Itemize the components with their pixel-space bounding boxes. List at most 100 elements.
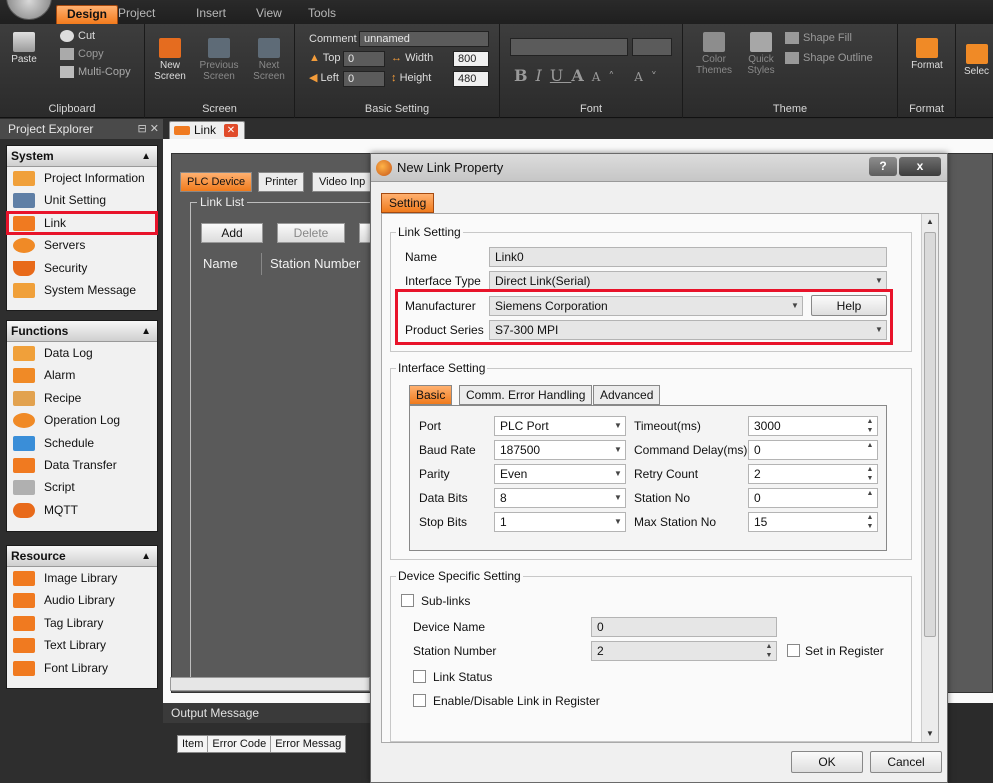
command-delay-stepper[interactable]: 0 ▲ xyxy=(748,440,878,460)
tab-setting[interactable]: Setting xyxy=(381,193,435,213)
baud-rate-select[interactable]: 187500 ▼ xyxy=(494,440,626,460)
column-name[interactable]: Name xyxy=(203,256,238,271)
station-number-stepper[interactable]: 2 ▲ ▼ xyxy=(591,641,777,661)
tab-basic[interactable]: Basic xyxy=(409,385,453,405)
previous-screen-button[interactable]: Previous Screen xyxy=(197,38,241,82)
select-button[interactable]: Selec xyxy=(960,44,993,77)
data-bits-select[interactable]: 8 ▼ xyxy=(494,488,626,508)
multi-copy-button[interactable]: Multi-Copy xyxy=(60,64,131,80)
collapse-icon[interactable]: ▲ xyxy=(141,546,151,567)
vertical-scrollbar[interactable]: ▲ ▼ xyxy=(921,214,938,742)
top-input[interactable]: 0 xyxy=(343,51,385,67)
explorer-item-security[interactable]: Security xyxy=(7,257,157,279)
port-select[interactable]: PLC Port ▼ xyxy=(494,416,626,436)
close-dialog-button[interactable]: x xyxy=(899,157,941,176)
tab-view[interactable]: View xyxy=(246,5,292,24)
scroll-down-icon[interactable]: ▼ xyxy=(922,726,938,742)
retry-count-stepper[interactable]: 2 ▲ ▼ xyxy=(748,464,878,484)
left-input[interactable]: 0 xyxy=(343,71,385,87)
width-input[interactable]: 800 xyxy=(453,51,489,67)
collapse-icon[interactable]: ▲ xyxy=(141,321,151,342)
explorer-item-operation-log[interactable]: Operation Log xyxy=(7,409,157,431)
underline-button[interactable]: U xyxy=(550,66,571,85)
link-status-checkbox[interactable] xyxy=(413,670,426,683)
column-error-code[interactable]: Error Code xyxy=(208,736,272,752)
next-screen-button[interactable]: Next Screen xyxy=(249,38,289,82)
scroll-thumb[interactable] xyxy=(924,232,936,637)
explorer-item-tag-library[interactable]: Tag Library xyxy=(7,612,157,634)
max-station-no-stepper[interactable]: 15 ▲ ▼ xyxy=(748,512,878,532)
tab-project[interactable]: Project xyxy=(108,5,165,24)
close-icon[interactable]: ✕ xyxy=(224,124,238,137)
tab-advanced[interactable]: Advanced xyxy=(593,385,661,405)
interface-type-select[interactable]: Direct Link(Serial) ▼ xyxy=(489,271,887,291)
scroll-up-icon[interactable]: ▲ xyxy=(922,214,938,230)
height-input[interactable]: 480 xyxy=(453,71,489,87)
bold-button[interactable]: B xyxy=(514,66,536,85)
tab-tools[interactable]: Tools xyxy=(298,5,346,24)
explorer-item-data-log[interactable]: Data Log xyxy=(7,342,157,364)
enable-disable-link-checkbox[interactable] xyxy=(413,694,426,707)
tab-plc-device[interactable]: PLC Device xyxy=(180,172,253,192)
cut-button[interactable]: Cut xyxy=(60,28,95,44)
timeout-stepper[interactable]: 3000 ▲ ▼ xyxy=(748,416,878,436)
explorer-item-font-library[interactable]: Font Library xyxy=(7,657,157,679)
font-color-button[interactable]: A xyxy=(571,66,591,85)
shape-fill-button[interactable]: Shape Fill xyxy=(785,30,852,46)
explorer-item-script[interactable]: Script xyxy=(7,476,157,498)
explorer-item-schedule[interactable]: Schedule xyxy=(7,432,157,454)
tab-comm-error-handling[interactable]: Comm. Error Handling xyxy=(459,385,593,405)
help-title-button[interactable]: ? xyxy=(869,157,897,176)
paste-button[interactable]: Paste xyxy=(8,32,40,65)
pin-close-icon[interactable]: ⊟ ✕ xyxy=(138,119,160,139)
stop-bits-select[interactable]: 1 ▼ xyxy=(494,512,626,532)
tab-printer[interactable]: Printer xyxy=(258,172,305,192)
spinner-icon[interactable]: ▲ ▼ xyxy=(863,513,877,531)
explorer-item-data-transfer[interactable]: Data Transfer xyxy=(7,454,157,476)
copy-button[interactable]: Copy xyxy=(60,46,104,62)
add-button[interactable]: Add xyxy=(201,223,263,243)
explorer-item-link[interactable]: Link xyxy=(6,210,158,236)
system-section-header[interactable]: System ▲ xyxy=(7,146,157,167)
horizontal-scrollbar[interactable] xyxy=(170,677,370,691)
tab-video-input[interactable]: Video Inp xyxy=(312,172,373,192)
quick-styles-button[interactable]: Quick Styles xyxy=(741,32,781,76)
explorer-item-text-library[interactable]: Text Library xyxy=(7,634,157,656)
font-size-select[interactable] xyxy=(632,38,672,56)
set-in-register-checkbox[interactable] xyxy=(787,644,800,657)
column-error-message[interactable]: Error Messag xyxy=(271,736,345,752)
delete-button[interactable]: Delete xyxy=(277,223,345,243)
functions-section-header[interactable]: Functions ▲ xyxy=(7,321,157,342)
font-size-buttons[interactable]: A˄ A˅ xyxy=(592,70,665,84)
resource-section-header[interactable]: Resource ▲ xyxy=(7,546,157,567)
new-screen-button[interactable]: New Screen xyxy=(151,38,189,82)
spinner-icon[interactable]: ▲ ▼ xyxy=(863,417,877,435)
explorer-item-image-library[interactable]: Image Library xyxy=(7,567,157,589)
color-themes-button[interactable]: Color Themes xyxy=(693,32,735,76)
spinner-icon[interactable]: ▲ ▼ xyxy=(762,642,776,660)
explorer-item-system-message[interactable]: System Message xyxy=(7,279,157,301)
font-name-select[interactable] xyxy=(510,38,628,56)
spinner-icon[interactable]: ▲ xyxy=(863,489,877,507)
explorer-item-audio-library[interactable]: Audio Library xyxy=(7,589,157,611)
cancel-button[interactable]: Cancel xyxy=(870,751,942,773)
explorer-item-servers[interactable]: Servers xyxy=(7,234,157,256)
font-style-buttons[interactable]: BIUAA˄ A˅ xyxy=(514,66,665,85)
name-field[interactable]: Link0 xyxy=(489,247,887,267)
explorer-item-recipe[interactable]: Recipe xyxy=(7,387,157,409)
spinner-icon[interactable]: ▲ xyxy=(863,441,877,459)
format-button[interactable]: Format xyxy=(906,38,948,71)
explorer-item-alarm[interactable]: Alarm xyxy=(7,364,157,386)
collapse-icon[interactable]: ▲ xyxy=(141,146,151,167)
device-name-field[interactable]: 0 xyxy=(591,617,777,637)
explorer-item-mqtt[interactable]: MQTT xyxy=(7,499,157,521)
parity-select[interactable]: Even ▼ xyxy=(494,464,626,484)
tab-link-document[interactable]: Link ✕ xyxy=(169,121,245,139)
explorer-item-project-information[interactable]: Project Information xyxy=(7,167,157,189)
sub-links-checkbox[interactable] xyxy=(401,594,414,607)
italic-button[interactable]: I xyxy=(536,66,550,85)
spinner-icon[interactable]: ▲ ▼ xyxy=(863,465,877,483)
tab-insert[interactable]: Insert xyxy=(186,5,236,24)
ok-button[interactable]: OK xyxy=(791,751,863,773)
station-no-stepper[interactable]: 0 ▲ xyxy=(748,488,878,508)
